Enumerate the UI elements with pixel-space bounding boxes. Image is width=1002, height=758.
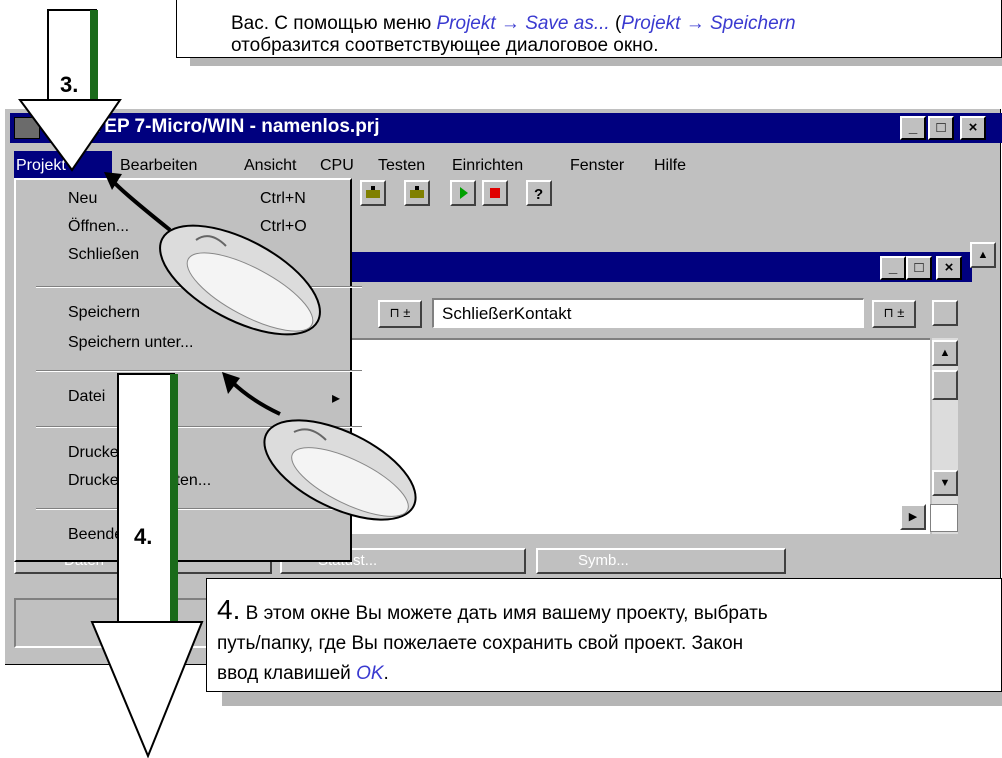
dropdown-button-2[interactable]: ⊓ ± [872, 300, 916, 328]
inner-title-bar[interactable] [350, 252, 972, 282]
bottom-callout-line1: 4. В этом окне Вы можете дать имя вашему… [217, 595, 1001, 629]
top-callout-line2: отобразится соответствующее диалоговое о… [231, 35, 659, 56]
callout-text: . [383, 663, 389, 684]
step3-label: 3. [60, 72, 79, 97]
scroll-down-icon[interactable]: ▼ [932, 470, 958, 496]
network-comment-field[interactable]: SchließerKontakt [432, 298, 864, 328]
scroll-corner [930, 504, 958, 532]
ok-link: OK [356, 663, 384, 684]
step-number: 4. [217, 594, 241, 625]
bottom-callout-shadow [222, 692, 1002, 706]
mouse-illustration-2 [222, 372, 417, 521]
menu-fenster[interactable]: Fenster [570, 157, 624, 175]
panel-label: Symb... [578, 552, 629, 569]
callout-text: ввод клавишей [217, 663, 357, 684]
mouse-illustration-1 [104, 172, 321, 336]
step4-down-arrow-icon [90, 373, 204, 758]
menu-einrichten[interactable]: Einrichten [452, 157, 523, 175]
callout-text: Вас. С помощью меню [231, 13, 437, 34]
top-callout-line1: Вас. С помощью меню Projekt → Save as...… [231, 13, 1001, 35]
inner-close-button[interactable]: × [936, 256, 962, 280]
scroll-thumb[interactable] [932, 370, 958, 400]
top-callout: Вас. С помощью меню Projekt → Save as...… [176, 0, 1002, 58]
menu-path-link: Projekt → Speichern [621, 13, 796, 34]
scroll-right-icon[interactable]: ▶ [900, 504, 926, 530]
callout-text: ( [609, 13, 622, 34]
callout-text: В этом окне Вы можете дать имя вашему пр… [240, 603, 768, 624]
stop-icon[interactable] [482, 180, 508, 206]
minimize-button[interactable]: _ [900, 116, 926, 140]
menu-item-neu[interactable]: Neu [68, 190, 97, 208]
step4-label: 4. [134, 524, 153, 549]
toolbar-network2-icon[interactable] [404, 180, 430, 206]
help-icon[interactable]: ? [526, 180, 552, 206]
svg-text:?: ? [534, 186, 543, 203]
panel-symb[interactable]: Symb... [536, 548, 786, 574]
inner-minimize-button[interactable]: _ [880, 256, 906, 280]
maximize-button[interactable]: □ [928, 116, 954, 140]
outer-scroll-up-icon[interactable]: ▲ [970, 242, 996, 268]
bottom-callout-line3: ввод клавишей OK. [217, 659, 1001, 689]
top-callout-shadow [190, 58, 1002, 66]
close-button[interactable]: × [960, 116, 986, 140]
menu-path-link: Projekt → Save as... [436, 13, 610, 34]
scroll-up-icon[interactable]: ▲ [932, 340, 958, 366]
run-icon[interactable] [450, 180, 476, 206]
inner-maximize-button[interactable]: □ [906, 256, 932, 280]
bottom-callout-line2: путь/папку, где Вы пожелаете сохранить с… [217, 633, 744, 654]
bottom-callout: 4. В этом окне Вы можете дать имя вашему… [206, 578, 1002, 692]
contact-icon[interactable] [932, 300, 958, 326]
menu-hilfe[interactable]: Hilfe [654, 157, 686, 175]
